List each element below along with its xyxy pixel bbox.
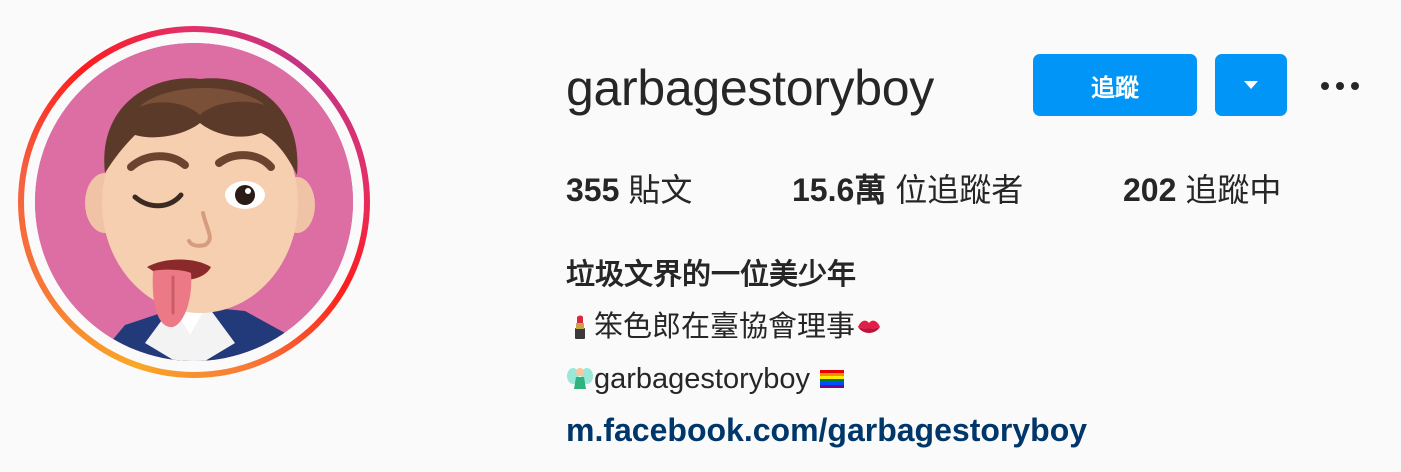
avatar-ring-gap xyxy=(24,32,364,372)
suggested-accounts-dropdown-button[interactable] xyxy=(1215,54,1287,116)
profile-username: garbagestoryboy xyxy=(566,60,934,116)
posts-count: 355 xyxy=(566,172,620,208)
chevron-down-icon xyxy=(1244,81,1258,89)
more-options-button[interactable] xyxy=(1314,72,1366,100)
posts-label: 貼文 xyxy=(628,172,693,208)
bio-line-2: garbagestoryboy xyxy=(566,358,846,400)
bio-external-link[interactable]: m.facebook.com/garbagestoryboy xyxy=(566,408,1087,452)
posts-stat: 355 貼文 xyxy=(566,168,692,212)
bio-line-1: 笨色郎在臺協會理事 xyxy=(566,306,883,348)
bio-line-2-text: garbagestoryboy xyxy=(594,363,811,395)
memoji-avatar-image xyxy=(35,43,353,361)
lipstick-emoji xyxy=(566,313,594,341)
more-options-icon xyxy=(1321,82,1329,90)
avatar-story-ring[interactable] xyxy=(18,26,370,378)
followers-count: 15.6萬 xyxy=(792,172,887,208)
fairy-emoji xyxy=(566,365,594,393)
more-options-icon xyxy=(1336,82,1344,90)
rainbow-flag-emoji xyxy=(818,365,846,393)
following-label: 追蹤中 xyxy=(1185,172,1282,208)
following-count: 202 xyxy=(1123,172,1177,208)
bio-line-1-text: 笨色郎在臺協會理事 xyxy=(594,311,856,343)
follow-button[interactable]: 追蹤 xyxy=(1033,54,1197,116)
avatar[interactable] xyxy=(35,43,353,361)
kiss-mark-emoji xyxy=(855,313,883,341)
more-options-icon xyxy=(1351,82,1359,90)
followers-label: 位追蹤者 xyxy=(895,172,1024,208)
follow-button-label: 追蹤 xyxy=(1091,74,1139,102)
bio-name: 垃圾文界的一位美少年 xyxy=(566,259,857,291)
followers-stat[interactable]: 15.6萬 位追蹤者 xyxy=(792,168,1023,212)
following-stat[interactable]: 202 追蹤中 xyxy=(1123,168,1281,212)
